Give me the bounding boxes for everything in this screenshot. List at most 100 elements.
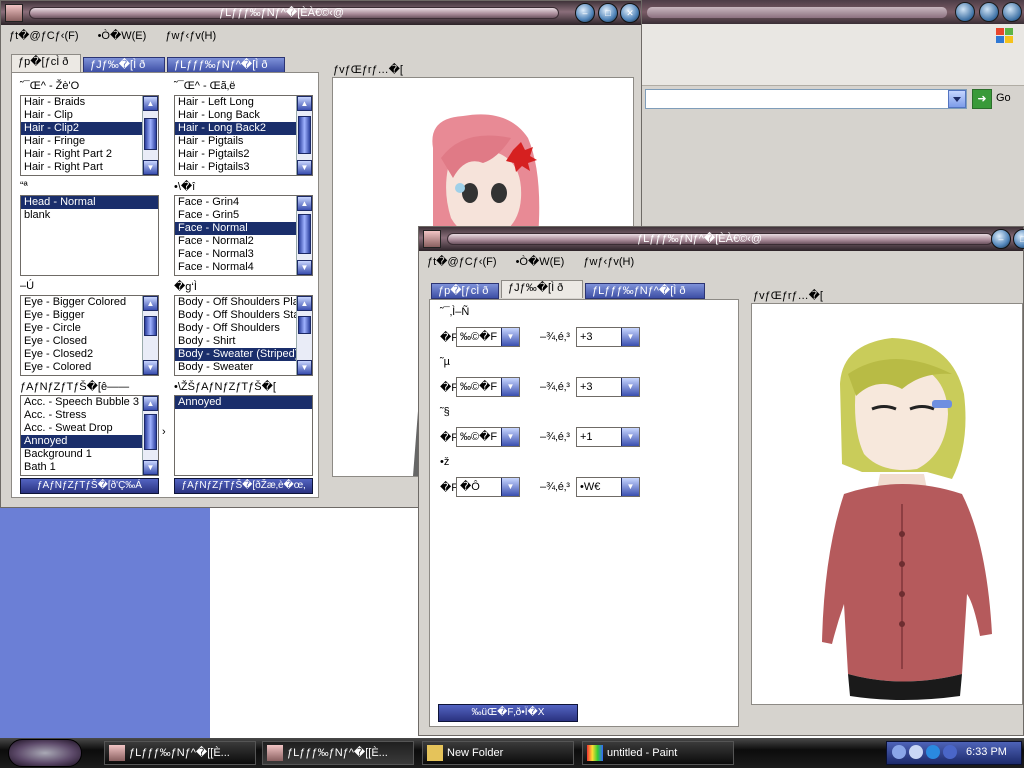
address-dropdown-button[interactable] [948, 90, 966, 108]
scroll-up-icon[interactable]: ▲ [297, 96, 312, 111]
scroll-up-icon[interactable]: ▲ [143, 396, 158, 411]
scroll-down-icon[interactable]: ▼ [297, 160, 312, 175]
eyes-list[interactable]: Eye - Bigger Colored Eye - Bigger Eye - … [20, 295, 159, 376]
list-item[interactable]: Hair - Right Part 2 [21, 148, 158, 161]
menu-help[interactable]: ƒwƒ‹ƒv(H) [575, 253, 642, 271]
list-item[interactable]: Eye - Bigger Colored [21, 296, 158, 309]
menu-edit[interactable]: •Ò�W(E) [90, 26, 155, 45]
window2-titlebar[interactable]: ƒLƒƒƒ‰ƒNƒ^�[ÈÀ€©‹@ – □ [419, 227, 1024, 251]
scroll-down-icon[interactable]: ▼ [297, 260, 312, 275]
minimize-button[interactable]: – [575, 3, 595, 23]
taskbar-button-editor-2[interactable]: ƒLƒƒƒ‰ƒNƒ^�[[È... [262, 741, 414, 765]
scroll-down-icon[interactable]: ▼ [143, 360, 158, 375]
scrollbar[interactable]: ▲ ▼ [296, 96, 312, 175]
list-item[interactable]: Face - Normal4 [175, 261, 312, 274]
list-item[interactable]: Face - Grin5 [175, 209, 312, 222]
chevron-down-icon[interactable]: ▼ [621, 478, 639, 496]
list-item[interactable]: Eye - Closed2 [21, 348, 158, 361]
face-list[interactable]: Face - Grin4 Face - Grin5 Face - Normal … [174, 195, 313, 276]
list-item[interactable]: Hair - Clip [21, 109, 158, 122]
list-item[interactable]: Hair - Pigtails2 [175, 148, 312, 161]
list-item[interactable]: Eye - Circle [21, 322, 158, 335]
head-list[interactable]: Head - Normal blank [20, 195, 159, 276]
list-item[interactable]: blank [21, 209, 158, 222]
chevron-down-icon[interactable]: ▼ [501, 378, 519, 396]
list-item[interactable]: Acc. - Sweat Drop [21, 422, 158, 435]
list-item[interactable]: Hair - Left Long [175, 96, 312, 109]
list-item[interactable]: Eye - Colored [21, 361, 158, 374]
tab-colors[interactable]: ƒJƒ‰�[Ì ð [501, 280, 583, 298]
menu-help[interactable]: ƒwƒ‹ƒv(H) [157, 27, 224, 45]
list-item[interactable]: Hair - Fringe [21, 135, 158, 148]
tab-parts[interactable]: ƒp�[ƒcÌ ð [11, 54, 81, 72]
list-item[interactable]: Hair - Pigtails [175, 135, 312, 148]
skin-brightness-select[interactable]: +1 ▼ [576, 427, 640, 447]
chevron-down-icon[interactable]: ▼ [501, 478, 519, 496]
list-item[interactable]: Hair - Braids [21, 96, 158, 109]
chevron-down-icon[interactable]: ▼ [501, 328, 519, 346]
scrollbar[interactable]: ▲ ▼ [142, 396, 158, 475]
remove-accessory-button[interactable]: ƒAƒNƒZƒTƒŠ�[ðŽæ‚è�œ‚­ [174, 478, 313, 494]
list-item-selected[interactable]: Body - Sweater (Striped) [175, 348, 312, 361]
scroll-thumb[interactable] [144, 414, 157, 450]
list-item[interactable]: Eye - Bigger [21, 309, 158, 322]
scrollbar[interactable]: ▲ ▼ [296, 296, 312, 375]
list-item[interactable]: Face - Normal2 [175, 235, 312, 248]
list-item[interactable]: Hair - Pigtails3 [175, 161, 312, 174]
accessory-list[interactable]: Acc. - Speech Bubble 3 Acc. - Stress Acc… [20, 395, 159, 476]
list-item[interactable]: Body - Off Shoulders Sta [175, 309, 312, 322]
list-item-selected[interactable]: Annoyed [175, 396, 312, 409]
list-item[interactable]: Background 1 [21, 448, 158, 461]
scrollbar[interactable]: ▲ ▼ [142, 96, 158, 175]
list-item-selected[interactable]: Face - Normal [175, 222, 312, 235]
body-list[interactable]: Body - Off Shoulders Pla Body - Off Shou… [174, 295, 313, 376]
close-button[interactable]: ✕ [620, 3, 640, 23]
scrollbar[interactable]: ▲ ▼ [296, 196, 312, 275]
menu-file[interactable]: ƒt�@ƒCƒ‹(F) [1, 26, 87, 45]
eye-color-select[interactable]: ‰©�F ▼ [456, 377, 520, 397]
list-item-selected[interactable]: Head - Normal [21, 196, 158, 209]
list-item[interactable]: Acc. - Speech Bubble 3 [21, 396, 158, 409]
scroll-up-icon[interactable]: ▲ [143, 96, 158, 111]
maximize-button[interactable]: □ [1013, 229, 1024, 249]
info-icon[interactable] [926, 745, 940, 759]
list-item[interactable]: Body - Sweater [175, 361, 312, 374]
tab-characters[interactable]: ƒLƒƒƒ‰ƒNƒ^�[Ì ð [585, 283, 705, 299]
hair-color-select[interactable]: ‰©�F ▼ [456, 327, 520, 347]
hair-brightness-select[interactable]: +3 ▼ [576, 327, 640, 347]
list-item[interactable]: Body - Off Shoulders Pla [175, 296, 312, 309]
scroll-up-icon[interactable]: ▲ [297, 196, 312, 211]
chevron-down-icon[interactable]: ▼ [621, 328, 639, 346]
volume-icon[interactable] [909, 745, 923, 759]
list-item[interactable]: Body - Off Shoulders [175, 322, 312, 335]
front-hair-list[interactable]: Hair - Braids Hair - Clip Hair - Clip2 H… [20, 95, 159, 176]
list-item-selected[interactable]: Hair - Long Back2 [175, 122, 312, 135]
menu-edit[interactable]: •Ò�W(E) [508, 252, 573, 271]
skin-color-select[interactable]: ‰©�F ▼ [456, 427, 520, 447]
scroll-up-icon[interactable]: ▲ [297, 296, 312, 311]
back-hair-list[interactable]: Hair - Left Long Hair - Long Back Hair -… [174, 95, 313, 176]
window1-titlebar[interactable]: ƒLƒƒƒ‰ƒNƒ^�[ÈÀ€©‹@ – □ ✕ [1, 1, 641, 25]
scroll-down-icon[interactable]: ▼ [143, 160, 158, 175]
scroll-thumb[interactable] [144, 316, 157, 336]
menu-file[interactable]: ƒt�@ƒCƒ‹(F) [419, 252, 505, 271]
eye-brightness-select[interactable]: +3 ▼ [576, 377, 640, 397]
taskbar-button-paint[interactable]: untitled - Paint [582, 741, 734, 765]
scrollbar[interactable]: ▲ ▼ [142, 296, 158, 375]
go-arrow-icon[interactable]: ➜ [972, 89, 992, 109]
scroll-thumb[interactable] [298, 214, 311, 254]
minimize-button[interactable]: – [991, 229, 1011, 249]
scroll-down-icon[interactable]: ▼ [297, 360, 312, 375]
list-item[interactable]: Eye - Closed [21, 335, 158, 348]
shown-accessories-list[interactable]: Annoyed [174, 395, 313, 476]
list-item-selected[interactable]: Annoyed [21, 435, 158, 448]
list-item[interactable]: Face - Normal3 [175, 248, 312, 261]
taskbar-button-new-folder[interactable]: New Folder [422, 741, 574, 765]
scroll-up-icon[interactable]: ▲ [143, 296, 158, 311]
scroll-thumb[interactable] [144, 118, 157, 150]
list-item[interactable]: Acc. - Stress [21, 409, 158, 422]
address-bar[interactable] [645, 89, 967, 109]
tab-colors[interactable]: ƒJƒ‰�[Ì ð [83, 57, 165, 73]
move-arrow[interactable]: › [162, 426, 166, 438]
tab-parts[interactable]: ƒp�[ƒcÌ ð [431, 283, 499, 299]
